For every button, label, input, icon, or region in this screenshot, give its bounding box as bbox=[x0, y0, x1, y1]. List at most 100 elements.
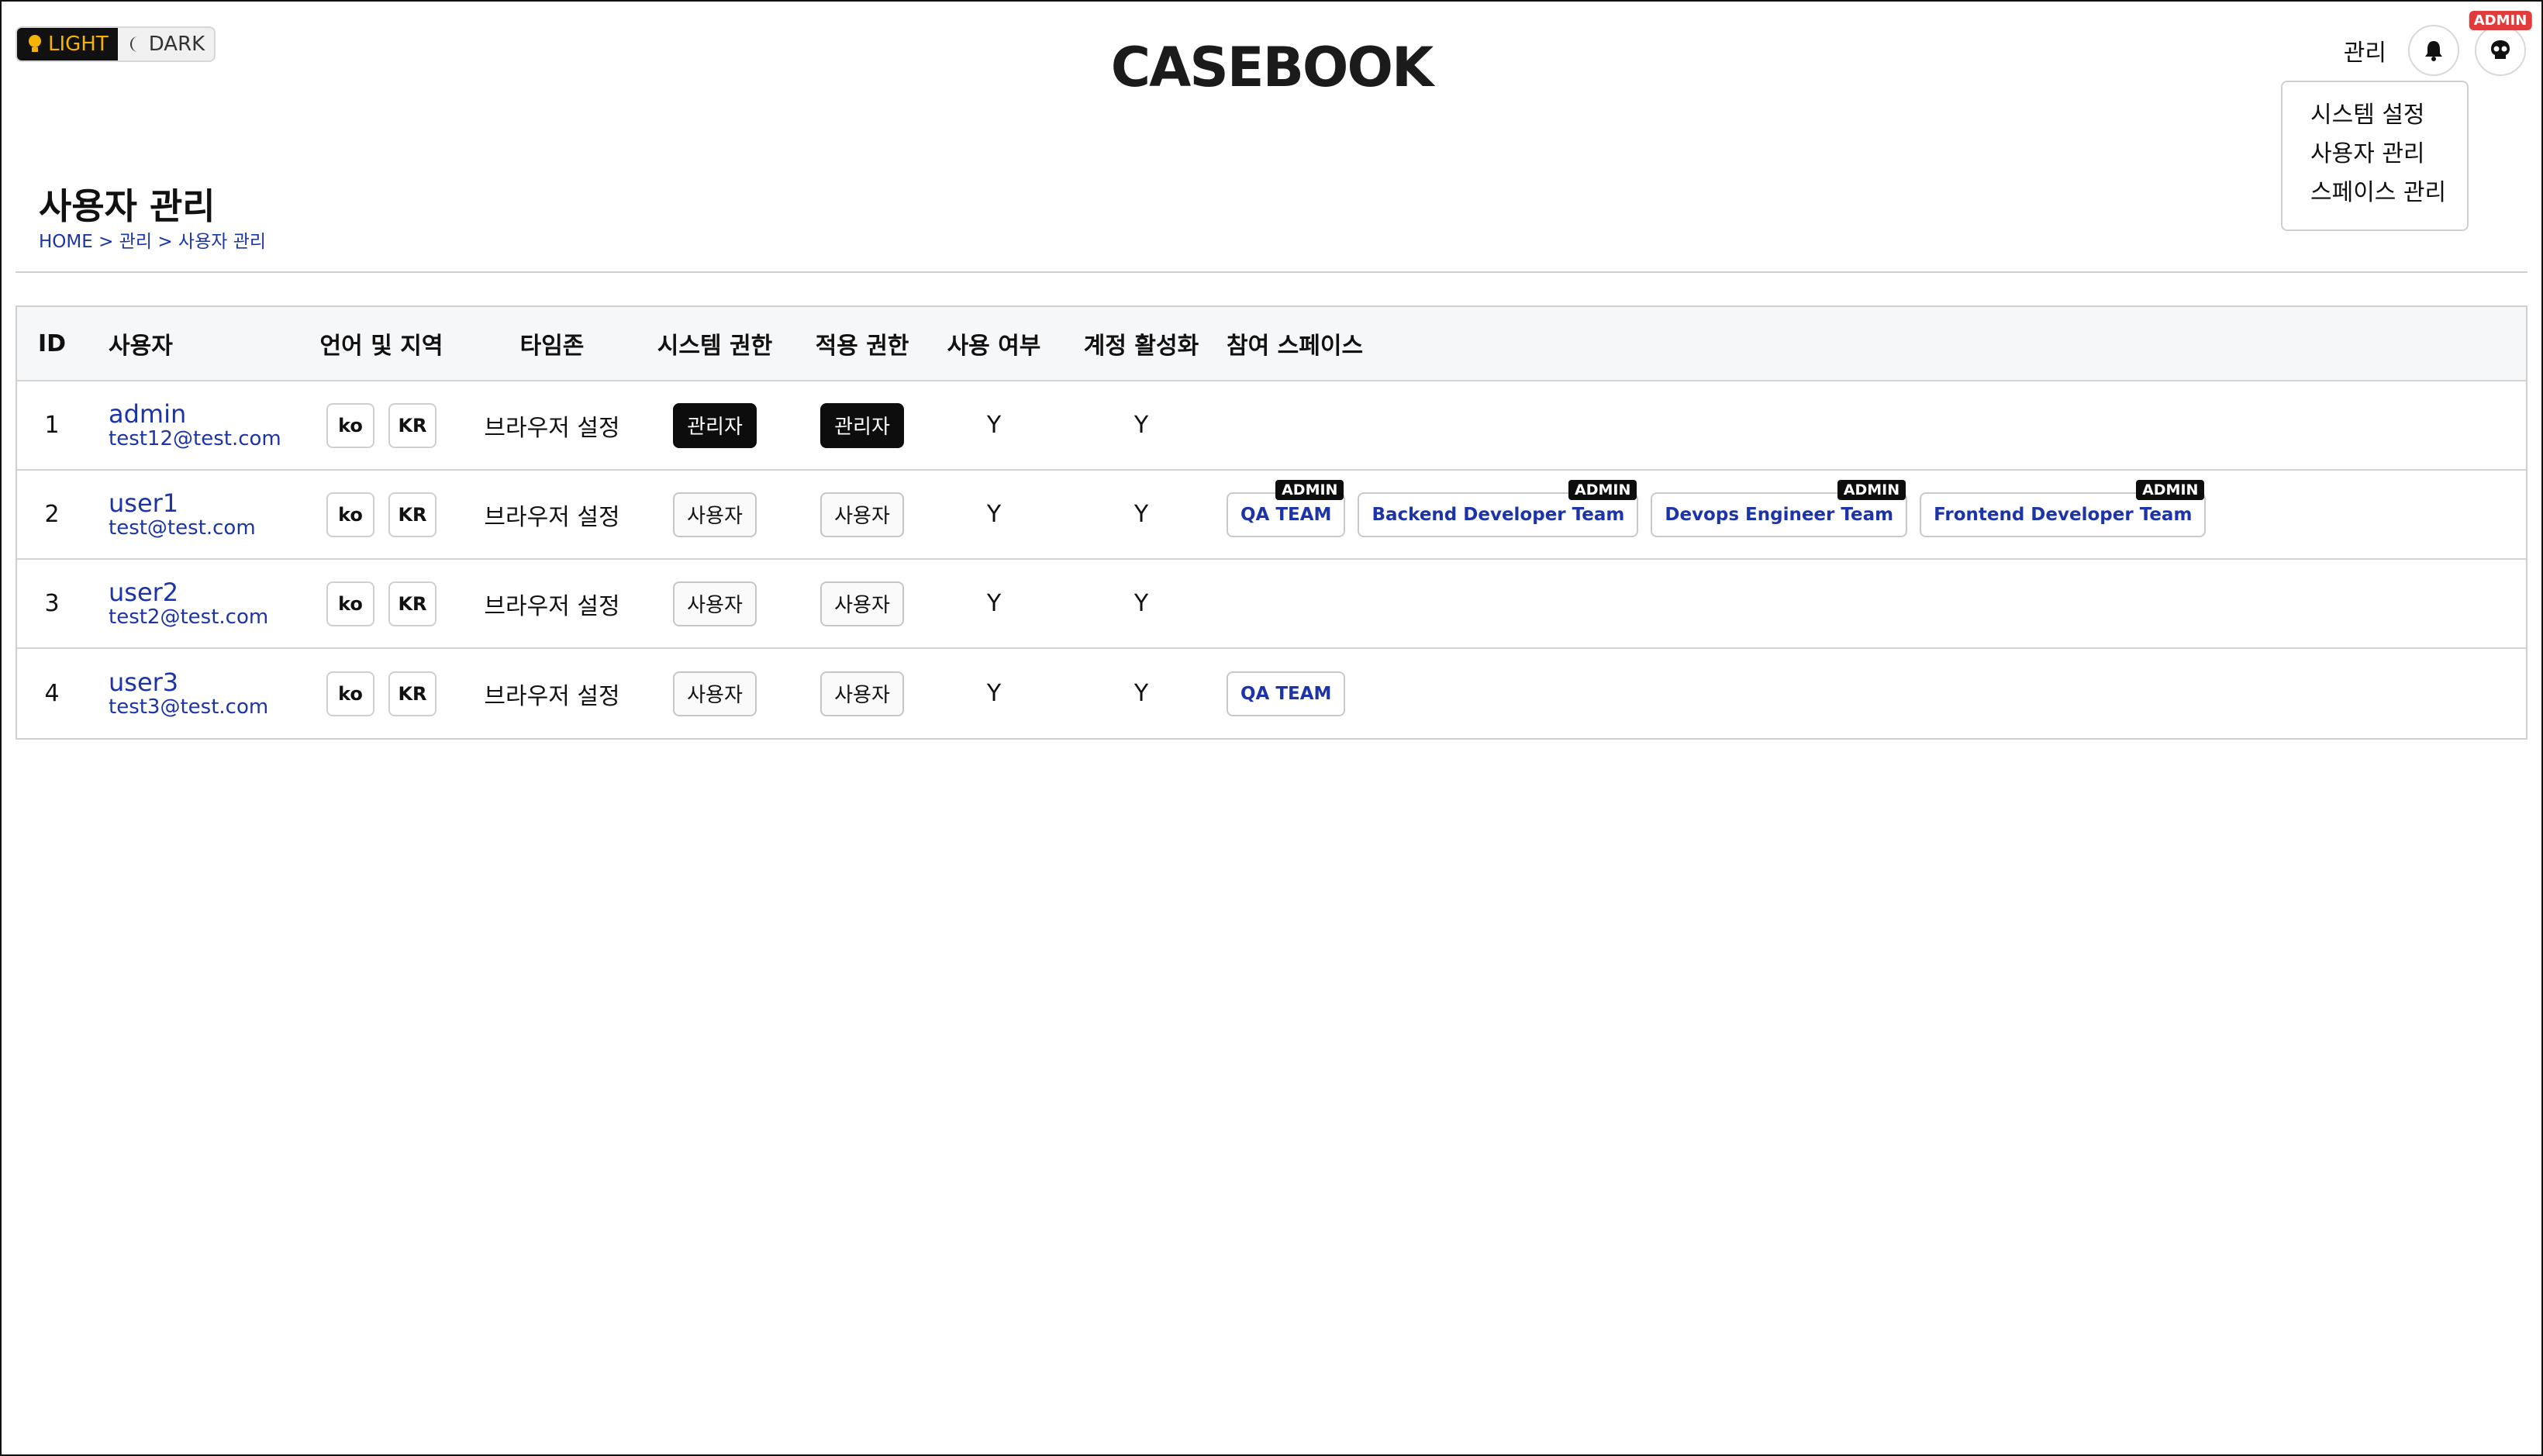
cell-id: 1 bbox=[44, 412, 60, 439]
space-name: Backend Developer Team bbox=[1372, 504, 1625, 525]
space-chip-backend-developer-team[interactable]: Backend Developer Team ADMIN bbox=[1358, 479, 1639, 537]
cell-use: Y bbox=[986, 680, 1002, 707]
app-logo[interactable]: CASEBOOK bbox=[2, 36, 2541, 99]
space-chip-qa-team[interactable]: QA TEAM bbox=[1227, 671, 1346, 716]
cell-user: user1 test@test.com bbox=[109, 471, 295, 558]
cell-timezone: 브라우저 설정 bbox=[484, 503, 620, 531]
applied-role-badge: 사용자 bbox=[820, 581, 904, 626]
title-divider bbox=[16, 271, 2527, 273]
menu-item-user-management[interactable]: 사용자 관리 bbox=[2310, 135, 2467, 174]
user-name-link[interactable]: admin bbox=[109, 400, 281, 428]
header-activation: 계정 활성화 bbox=[1083, 333, 1199, 360]
user-name-link[interactable]: user1 bbox=[109, 489, 256, 517]
region-pill: KR bbox=[388, 402, 436, 448]
region-pill: KR bbox=[388, 581, 436, 626]
cell-user: user2 test2@test.com bbox=[109, 560, 295, 647]
header-applied-role: 적용 권한 bbox=[815, 333, 909, 360]
cell-activation: Y bbox=[1133, 501, 1149, 528]
applied-role-badge: 사용자 bbox=[820, 492, 904, 537]
language-pill: ko bbox=[326, 402, 374, 448]
space-chip-qa-team[interactable]: QA TEAM ADMIN bbox=[1227, 479, 1346, 537]
menu-item-space-management[interactable]: 스페이스 관리 bbox=[2310, 174, 2467, 212]
space-chip-frontend-developer-team[interactable]: Frontend Developer Team ADMIN bbox=[1920, 479, 2207, 537]
cell-id: 3 bbox=[44, 590, 60, 617]
user-table: ID 사용자 언어 및 지역 타임존 시스템 권한 적용 권한 사용 여부 계정… bbox=[16, 305, 2527, 740]
header-id: ID bbox=[37, 329, 67, 357]
header-user: 사용자 bbox=[109, 333, 173, 360]
bell-icon bbox=[2425, 41, 2442, 61]
cell-use: Y bbox=[986, 590, 1002, 617]
language-pill: ko bbox=[326, 581, 374, 626]
cell-timezone: 브라우저 설정 bbox=[484, 682, 620, 710]
header-timezone: 타임존 bbox=[519, 333, 585, 360]
user-avatar-button[interactable]: ADMIN bbox=[2469, 11, 2532, 76]
cell-activation: Y bbox=[1133, 590, 1149, 617]
language-pill: ko bbox=[326, 671, 374, 716]
cell-activation: Y bbox=[1133, 412, 1149, 439]
cell-timezone: 브라우저 설정 bbox=[484, 414, 620, 442]
cell-applied-role: 사용자 bbox=[785, 560, 940, 647]
menu-item-system-settings[interactable]: 시스템 설정 bbox=[2310, 96, 2467, 135]
header-system-role: 시스템 권한 bbox=[657, 333, 773, 360]
cell-applied-role: 관리자 bbox=[785, 381, 940, 469]
cell-applied-role: 사용자 bbox=[785, 649, 940, 738]
space-name: Frontend Developer Team bbox=[1934, 504, 2193, 525]
cell-use: Y bbox=[986, 501, 1002, 528]
cell-spaces: QA TEAM bbox=[1227, 649, 2467, 738]
cell-spaces: QA TEAM ADMIN Backend Developer Team ADM… bbox=[1227, 471, 2467, 558]
space-admin-badge: ADMIN bbox=[2136, 479, 2205, 500]
breadcrumb: HOME > 관리 > 사용자 관리 bbox=[39, 226, 266, 253]
breadcrumb-home[interactable]: HOME bbox=[39, 232, 93, 252]
manage-menu-link[interactable]: 관리 bbox=[2344, 33, 2386, 67]
table-header-row: ID 사용자 언어 및 지역 타임존 시스템 권한 적용 권한 사용 여부 계정… bbox=[17, 307, 2526, 381]
cell-language-region: ko KR bbox=[296, 471, 467, 558]
space-admin-badge: ADMIN bbox=[1275, 479, 1344, 500]
cell-spaces bbox=[1227, 560, 2467, 647]
user-email: test3@test.com bbox=[109, 695, 269, 719]
cell-activation: Y bbox=[1133, 680, 1149, 707]
page-title: 사용자 관리 bbox=[39, 185, 216, 227]
table-row: 2 user1 test@test.com ko KR 브라우저 설정 사용자 … bbox=[17, 471, 2526, 560]
space-name: Devops Engineer Team bbox=[1665, 504, 1894, 525]
cell-use: Y bbox=[986, 412, 1002, 439]
cell-language-region: ko KR bbox=[296, 649, 467, 738]
cell-id: 4 bbox=[44, 680, 60, 707]
cell-applied-role: 사용자 bbox=[785, 471, 940, 558]
cell-system-role: 관리자 bbox=[637, 381, 792, 469]
applied-role-badge: 사용자 bbox=[820, 671, 904, 716]
region-pill: KR bbox=[388, 492, 436, 537]
notification-button[interactable] bbox=[2408, 25, 2459, 76]
header-spaces: 참여 스페이스 bbox=[1227, 333, 1364, 360]
region-pill: KR bbox=[388, 671, 436, 716]
header-use: 사용 여부 bbox=[947, 333, 1041, 360]
language-pill: ko bbox=[326, 492, 374, 537]
table-row: 4 user3 test3@test.com ko KR 브라우저 설정 사용자… bbox=[17, 649, 2526, 738]
user-email: test12@test.com bbox=[109, 426, 281, 450]
user-email: test2@test.com bbox=[109, 605, 269, 629]
system-role-badge: 관리자 bbox=[673, 402, 757, 448]
space-chip-devops-engineer-team[interactable]: Devops Engineer Team ADMIN bbox=[1651, 479, 1908, 537]
skull-avatar-icon bbox=[2491, 40, 2510, 59]
cell-user: user3 test3@test.com bbox=[109, 649, 295, 738]
manage-dropdown-menu: 시스템 설정 사용자 관리 스페이스 관리 bbox=[2281, 81, 2469, 231]
breadcrumb-manage[interactable]: 관리 bbox=[119, 232, 152, 252]
breadcrumb-separator: > bbox=[98, 232, 114, 252]
user-name-link[interactable]: user3 bbox=[109, 668, 268, 696]
space-name: QA TEAM bbox=[1240, 683, 1332, 704]
cell-system-role: 사용자 bbox=[637, 560, 792, 647]
header-actions: 관리 ADMIN bbox=[2344, 11, 2532, 76]
cell-user: admin test12@test.com bbox=[109, 381, 295, 469]
admin-badge: ADMIN bbox=[2469, 11, 2532, 30]
breadcrumb-current[interactable]: 사용자 관리 bbox=[178, 232, 266, 252]
system-role-badge: 사용자 bbox=[673, 671, 757, 716]
cell-system-role: 사용자 bbox=[637, 471, 792, 558]
system-role-badge: 사용자 bbox=[673, 581, 757, 626]
space-name: QA TEAM bbox=[1240, 504, 1332, 525]
header-language-region: 언어 및 지역 bbox=[319, 333, 443, 360]
breadcrumb-separator: > bbox=[157, 232, 173, 252]
cell-language-region: ko KR bbox=[296, 381, 467, 469]
space-admin-badge: ADMIN bbox=[1837, 479, 1906, 500]
user-name-link[interactable]: user2 bbox=[109, 578, 268, 606]
cell-timezone: 브라우저 설정 bbox=[484, 592, 620, 620]
space-admin-badge: ADMIN bbox=[1568, 479, 1637, 500]
